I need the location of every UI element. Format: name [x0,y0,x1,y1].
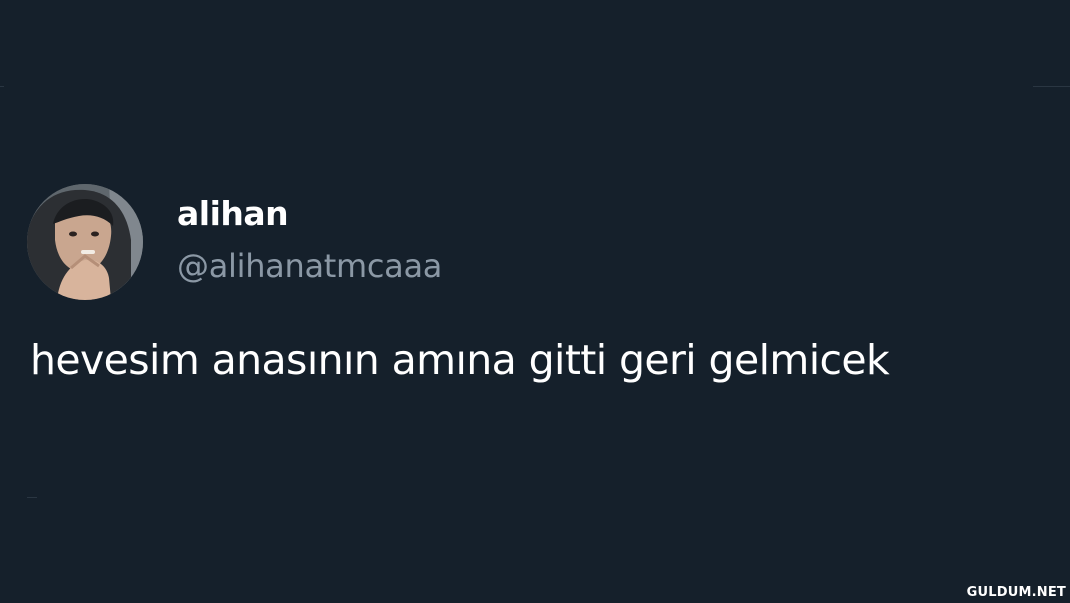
tweet-text: hevesim anasının amına gitti geri gelmic… [30,336,890,384]
profile-photo-icon [27,184,143,300]
author-handle[interactable]: @alihanatmcaaa [177,244,442,288]
tweet-card: alihan @alihanatmcaaa hevesim anasının a… [0,0,1070,603]
separator-mark [27,497,37,498]
top-divider-left [0,86,4,87]
site-watermark: GULDUM.NET [966,585,1066,600]
author-display-name[interactable]: alihan [177,192,289,236]
avatar[interactable] [27,184,143,300]
top-divider-right [1033,86,1070,87]
